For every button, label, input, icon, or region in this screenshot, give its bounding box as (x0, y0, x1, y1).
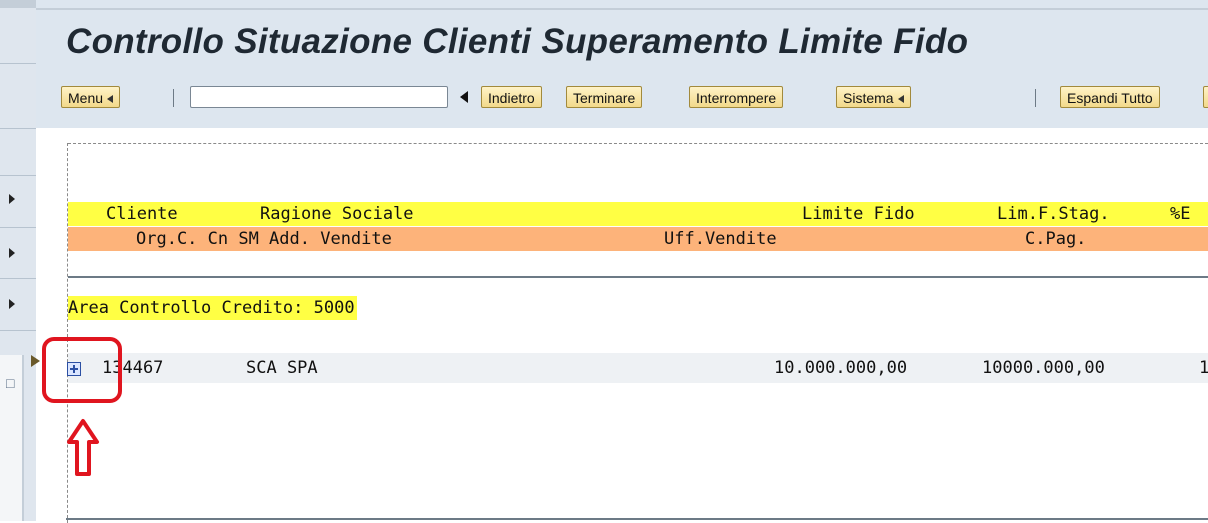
side-panel: □ (0, 355, 24, 521)
report-area: Cliente Ragione Sociale Limite Fido Lim.… (36, 128, 1208, 523)
system-button[interactable]: Sistema (836, 86, 911, 108)
col-header-percent: %E (1170, 204, 1191, 224)
menu-button[interactable]: Menu (61, 86, 121, 108)
frame-border-top (68, 143, 1208, 144)
annotation-highlight-box (42, 337, 122, 403)
col-header-limite-fido: Limite Fido (802, 204, 915, 224)
cell-percent: 1 (1199, 358, 1208, 378)
back-arrow-icon[interactable] (460, 91, 468, 103)
red-up-arrow-icon (67, 419, 99, 476)
cell-ragione-sociale: SCA SPA (246, 358, 318, 378)
cell-lim-f-stag: 10000.000,00 (982, 358, 1105, 378)
left-strip-topbar (0, 0, 36, 8)
left-strip-divider (0, 227, 36, 228)
toolbar-separator (173, 89, 174, 107)
expand-arrow-icon[interactable] (9, 299, 15, 309)
row-cursor-icon (31, 355, 40, 367)
cancel-button[interactable]: Interrompere (689, 86, 784, 108)
expand-arrow-icon[interactable] (9, 248, 15, 258)
left-strip-divider (0, 175, 36, 176)
application-toolbar: Menu Indietro Terminare Interrompere Sis… (61, 86, 1208, 112)
col-header-org-fields: Org.C. Cn SM Add. Vendite (136, 229, 392, 249)
panel-icon: □ (6, 375, 15, 391)
separator-line (68, 276, 1208, 278)
system-button-label: Sistema (843, 90, 894, 106)
triangle-left-icon (107, 95, 114, 104)
exit-button[interactable]: Terminare (566, 86, 643, 108)
left-strip-divider (0, 63, 36, 64)
window-header: Controllo Situazione Clienti Superamento… (36, 0, 1208, 128)
next-toolbar-button[interactable] (1203, 86, 1208, 108)
left-strip-divider (0, 128, 36, 129)
left-strip-divider (0, 330, 36, 331)
col-header-cliente: Cliente (106, 204, 178, 224)
command-field[interactable] (190, 86, 448, 108)
left-strip-divider (0, 278, 36, 279)
expand-all-button[interactable]: Espandi Tutto (1060, 86, 1160, 108)
col-header-uff-vendite: Uff.Vendite (664, 229, 777, 249)
report-bottom-line (66, 518, 1208, 520)
area-controllo-credito-label: Area Controllo Credito: 5000 (68, 296, 357, 320)
menu-button-label: Menu (68, 90, 104, 106)
expand-arrow-icon[interactable] (9, 194, 15, 204)
cell-limite-fido: 10.000.000,00 (774, 358, 908, 378)
col-header-lim-f-stag: Lim.F.Stag. (997, 204, 1110, 224)
triangle-left-icon (897, 95, 904, 104)
header-topline (36, 8, 1208, 10)
page-title: Controllo Situazione Clienti Superamento… (66, 22, 969, 61)
left-navigation-strip: □ (0, 0, 36, 521)
toolbar-separator (1035, 89, 1036, 107)
col-header-ragione-sociale: Ragione Sociale (260, 204, 414, 224)
back-button[interactable]: Indietro (481, 86, 542, 108)
col-header-c-pag: C.Pag. (1025, 229, 1087, 249)
